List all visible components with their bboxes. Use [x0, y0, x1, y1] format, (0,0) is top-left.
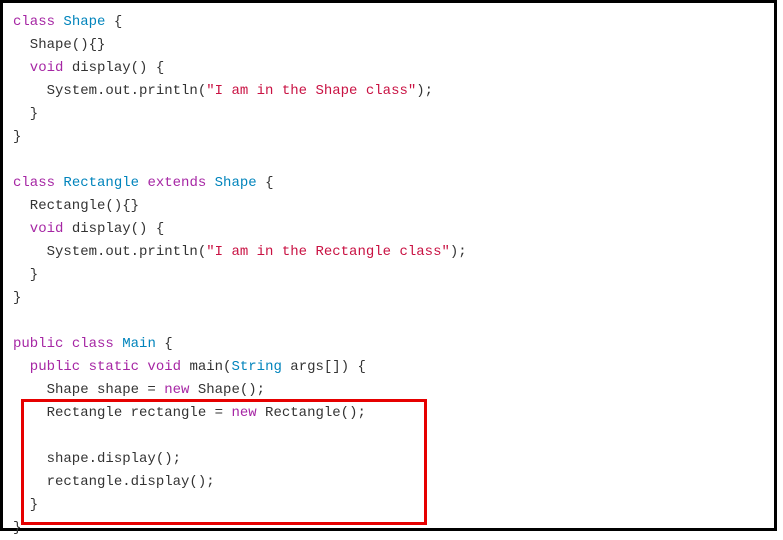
- code-line: System.out.println("I am in the Rectangl…: [13, 241, 764, 264]
- code-line: rectangle.display();: [13, 471, 764, 494]
- code-line: public static void main(String args[]) {: [13, 356, 764, 379]
- call-suffix: );: [416, 83, 433, 99]
- code-line: }: [13, 287, 764, 310]
- type-string: String: [231, 359, 281, 375]
- decl-suffix: Shape();: [189, 382, 265, 398]
- string-literal: "I am in the Rectangle class": [206, 244, 450, 260]
- code-line: System.out.println("I am in the Shape cl…: [13, 80, 764, 103]
- code-line: Shape shape = new Shape();: [13, 379, 764, 402]
- call-prefix: System.out.println(: [13, 244, 206, 260]
- blank-line: [13, 310, 764, 333]
- code-line: class Rectangle extends Shape {: [13, 172, 764, 195]
- brace: {: [265, 175, 273, 191]
- keyword-static: static: [80, 359, 139, 375]
- type-shape: Shape: [55, 14, 114, 30]
- keyword-new: new: [231, 405, 256, 421]
- code-line: void display() {: [13, 218, 764, 241]
- code-line: }: [13, 103, 764, 126]
- code-line: Rectangle(){}: [13, 195, 764, 218]
- code-line: }: [13, 126, 764, 149]
- keyword-extends: extends: [147, 175, 206, 191]
- brace: {: [164, 336, 172, 352]
- code-line: Shape(){}: [13, 34, 764, 57]
- method-name: main(: [181, 359, 231, 375]
- code-line: Rectangle rectangle = new Rectangle();: [13, 402, 764, 425]
- code-line: }: [13, 264, 764, 287]
- string-literal: "I am in the Shape class": [206, 83, 416, 99]
- keyword-class: class: [13, 14, 55, 30]
- code-line: public class Main {: [13, 333, 764, 356]
- keyword-public: public: [13, 359, 80, 375]
- decl-prefix: Shape shape =: [13, 382, 164, 398]
- type-main: Main: [114, 336, 164, 352]
- blank-line: [13, 149, 764, 172]
- blank-line: [13, 425, 764, 448]
- method-sig: display() {: [63, 60, 164, 76]
- code-line: class Shape {: [13, 11, 764, 34]
- type-rectangle: Rectangle: [55, 175, 147, 191]
- code-line: void display() {: [13, 57, 764, 80]
- code-line: shape.display();: [13, 448, 764, 471]
- keyword-class: class: [13, 175, 55, 191]
- keyword-void: void: [13, 221, 63, 237]
- decl-suffix: Rectangle();: [257, 405, 366, 421]
- method-sig: display() {: [63, 221, 164, 237]
- call-suffix: );: [450, 244, 467, 260]
- type-shape: Shape: [206, 175, 265, 191]
- keyword-void: void: [13, 60, 63, 76]
- code-block: class Shape { Shape(){} void display() {…: [0, 0, 777, 531]
- keyword-void: void: [139, 359, 181, 375]
- method-args: args[]) {: [282, 359, 366, 375]
- keyword-public: public: [13, 336, 63, 352]
- code-line: }: [13, 494, 764, 517]
- keyword-new: new: [164, 382, 189, 398]
- call-prefix: System.out.println(: [13, 83, 206, 99]
- brace: {: [114, 14, 122, 30]
- decl-prefix: Rectangle rectangle =: [13, 405, 231, 421]
- keyword-class: class: [63, 336, 113, 352]
